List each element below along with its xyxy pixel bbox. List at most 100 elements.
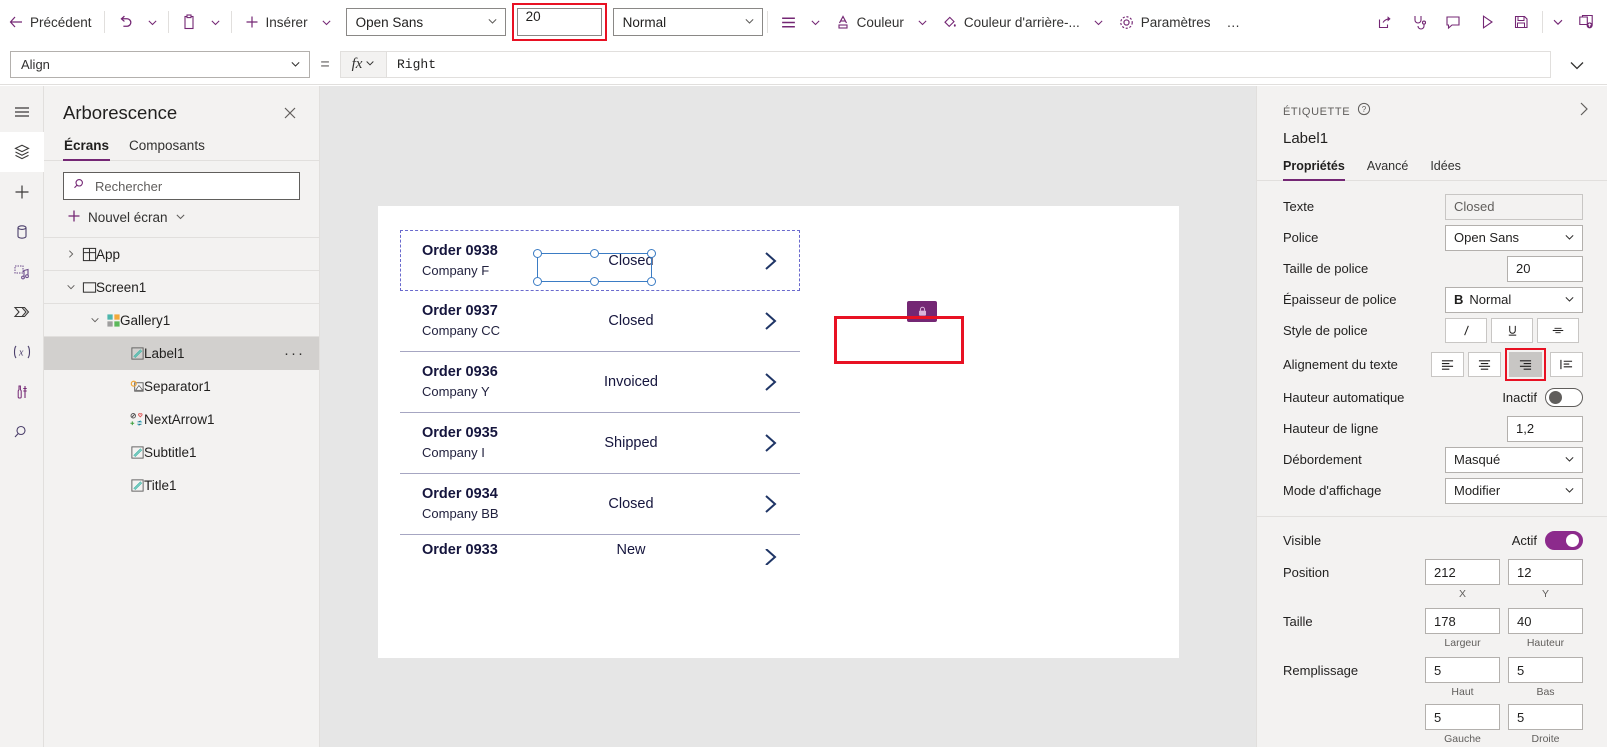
insert-button[interactable]: Insérer (236, 6, 316, 38)
gallery-item[interactable]: Order 0938 Company F Closed (400, 230, 800, 291)
chevron-down-icon[interactable] (62, 282, 80, 292)
app-screen-preview[interactable]: Order 0938 Company F Closed Order 0937 C… (378, 206, 1179, 658)
lock-badge[interactable] (907, 301, 937, 322)
power-automate-icon[interactable] (0, 292, 44, 332)
settings-button[interactable]: Paramètres (1110, 6, 1219, 38)
gallery-item-status[interactable]: Shipped (542, 435, 750, 451)
strikethrough-icon[interactable] (1537, 318, 1579, 343)
more-commands-button[interactable]: … (1219, 6, 1251, 38)
padding-right-field[interactable]: 5 (1508, 704, 1583, 730)
align-left-icon[interactable] (1431, 351, 1464, 377)
variables-icon[interactable]: x (0, 332, 44, 372)
property-selector-dropdown[interactable]: Align (10, 51, 310, 78)
display-mode-dropdown[interactable]: Modifier (1445, 477, 1583, 504)
visible-toggle[interactable] (1545, 530, 1583, 550)
save-options-caret-icon[interactable] (1547, 7, 1569, 37)
position-x-field[interactable]: 212 (1425, 559, 1500, 585)
gallery-item[interactable]: Order 0934 Company BB Closed (400, 474, 800, 535)
chevron-down-icon[interactable] (86, 315, 104, 325)
save-icon[interactable] (1504, 6, 1538, 38)
align-justify-icon[interactable] (1550, 351, 1583, 377)
sidebar-item-title1[interactable]: Title1 (44, 469, 319, 502)
share-icon[interactable] (1368, 6, 1402, 38)
auto-height-toggle[interactable] (1545, 388, 1583, 407)
chevron-right-icon[interactable] (750, 369, 790, 395)
sidebar-item-app[interactable]: App (44, 238, 319, 271)
font-size-field[interactable]: 20 (1507, 255, 1583, 282)
color-caret[interactable] (912, 7, 934, 37)
sidebar-item-nextarrow1[interactable]: NextArrow1 (44, 403, 319, 436)
chevron-right-icon[interactable] (750, 248, 790, 274)
insert-plus-icon[interactable] (0, 172, 44, 212)
collapse-panel-chevron-icon[interactable] (1575, 100, 1593, 123)
text-value-field[interactable]: Closed (1445, 193, 1583, 220)
fill-color-button[interactable]: Couleur d'arrière-... (934, 6, 1088, 38)
experimental-tools-icon[interactable] (0, 372, 44, 412)
gallery-item-status[interactable]: Closed (542, 253, 750, 269)
padding-top-field[interactable]: 5 (1425, 657, 1500, 683)
search-input[interactable]: Rechercher (63, 172, 300, 200)
formula-bar-expand-button[interactable] (1557, 48, 1597, 82)
sidebar-item-gallery1[interactable]: Gallery1 (44, 304, 319, 337)
tree-view-icon[interactable] (0, 132, 44, 172)
tab-composants[interactable]: Composants (128, 134, 206, 160)
tab-proprietes[interactable]: Propriétés (1283, 159, 1345, 181)
position-y-field[interactable]: 12 (1508, 559, 1583, 585)
gallery-item-status[interactable]: New (542, 542, 750, 558)
line-height-field[interactable]: 1,2 (1507, 415, 1583, 442)
hamburger-menu-icon[interactable] (0, 92, 44, 132)
resize-handle-s[interactable] (589, 277, 599, 286)
font-family-dropdown[interactable]: Open Sans (345, 8, 506, 36)
undo-dropdown-caret[interactable] (142, 7, 164, 37)
tab-avance[interactable]: Avancé (1367, 159, 1408, 180)
chevron-down-icon[interactable] (175, 210, 186, 225)
help-circle-icon[interactable]: ? (1357, 102, 1371, 121)
size-height-field[interactable]: 40 (1508, 608, 1583, 634)
padding-bottom-field[interactable]: 5 (1508, 657, 1583, 683)
search-icon[interactable] (0, 412, 44, 452)
tab-idees[interactable]: Idées (1430, 159, 1461, 180)
tab-ecrans[interactable]: Écrans (63, 134, 111, 161)
sidebar-item-separator1[interactable]: Separator1 (44, 370, 319, 403)
chevron-right-icon[interactable] (750, 430, 790, 456)
text-align-button[interactable] (772, 6, 805, 38)
formula-input[interactable]: Right (386, 51, 1551, 78)
chevron-right-icon[interactable] (750, 491, 790, 517)
media-icon[interactable] (0, 252, 44, 292)
sidebar-item-label1[interactable]: Label1 ··· (44, 337, 319, 370)
undo-button[interactable] (109, 6, 142, 38)
chevron-right-icon[interactable] (750, 549, 790, 565)
underline-icon[interactable] (1491, 318, 1533, 343)
gallery-item-status[interactable]: Invoiced (542, 374, 750, 390)
paste-button[interactable] (173, 6, 205, 38)
gallery-item-status[interactable]: Closed (542, 313, 750, 329)
gallery-item[interactable]: Order 0933 New (400, 535, 800, 565)
font-weight-dropdown[interactable]: B Normal (1445, 286, 1583, 313)
data-cylinder-icon[interactable] (0, 212, 44, 252)
app-checker-icon[interactable] (1402, 6, 1436, 38)
back-button[interactable]: Précédent (0, 6, 100, 38)
preview-play-icon[interactable] (1470, 6, 1504, 38)
size-width-field[interactable]: 178 (1425, 608, 1500, 634)
paste-dropdown-caret[interactable] (205, 7, 227, 37)
text-align-caret[interactable] (805, 7, 827, 37)
fill-color-caret[interactable] (1088, 7, 1110, 37)
publish-icon[interactable] (1569, 6, 1603, 38)
resize-handle-se[interactable] (647, 277, 656, 286)
sidebar-item-subtitle1[interactable]: Subtitle1 (44, 436, 319, 469)
chevron-right-icon[interactable] (750, 308, 790, 334)
gallery-control[interactable]: Order 0938 Company F Closed Order 0937 C… (400, 230, 800, 658)
gallery-item[interactable]: Order 0936 Company Y Invoiced (400, 352, 800, 413)
align-right-icon[interactable] (1509, 351, 1542, 377)
gallery-item-status[interactable]: Closed (542, 496, 750, 512)
new-screen-button[interactable]: Nouvel écran (44, 200, 319, 238)
sidebar-item-more-icon[interactable]: ··· (284, 345, 305, 362)
align-center-icon[interactable] (1468, 351, 1501, 377)
gallery-item[interactable]: Order 0937 Company CC Closed (400, 291, 800, 352)
overflow-dropdown[interactable]: Masqué (1445, 446, 1583, 473)
color-button[interactable]: Couleur (827, 6, 912, 38)
fx-button[interactable]: fx (340, 51, 386, 78)
padding-left-field[interactable]: 5 (1425, 704, 1500, 730)
font-dropdown[interactable]: Open Sans (1445, 224, 1583, 251)
canvas-area[interactable]: Order 0938 Company F Closed Order 0937 C… (320, 86, 1256, 747)
